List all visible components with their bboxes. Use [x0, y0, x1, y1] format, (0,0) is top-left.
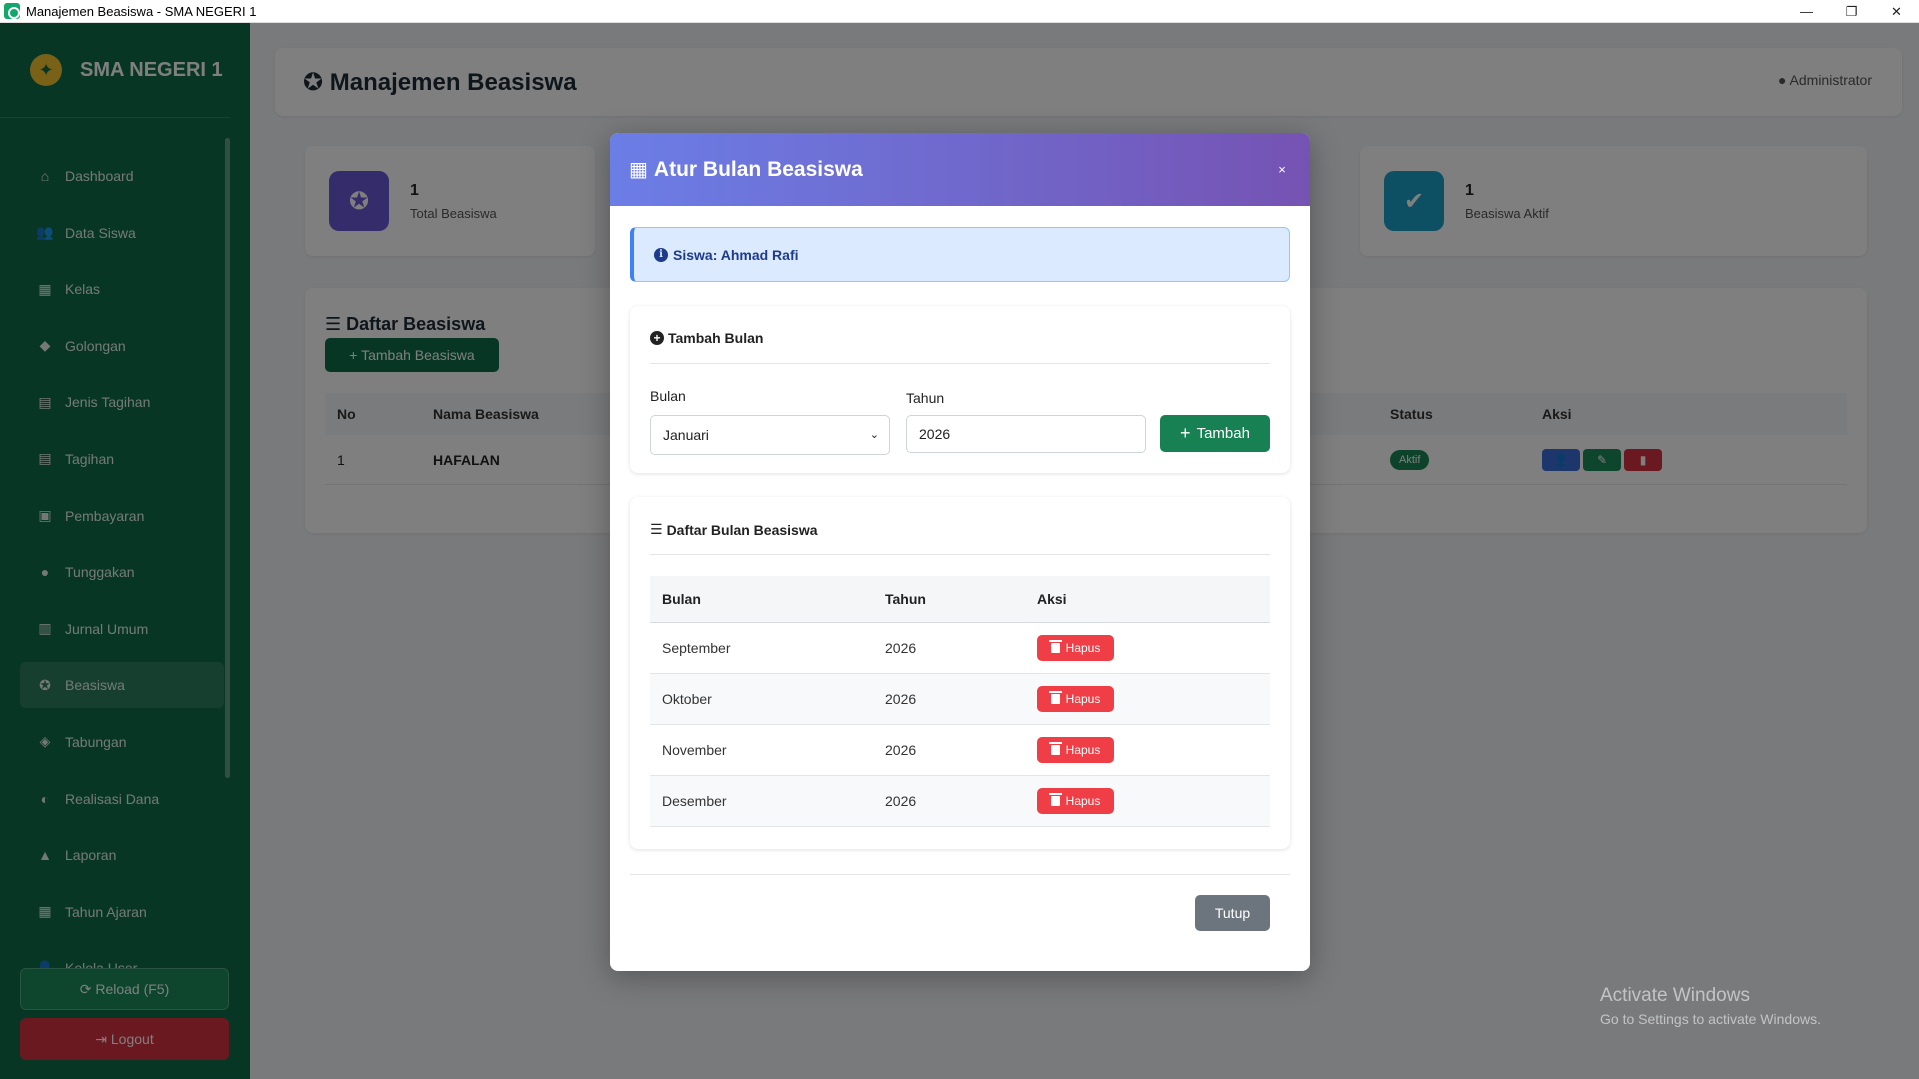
row-bulan: Oktober: [662, 691, 712, 707]
delete-label: Hapus: [1065, 794, 1101, 808]
modal-footer-divider: [630, 874, 1290, 875]
watermark-title: Activate Windows: [1600, 985, 1750, 1006]
plus-icon: +: [1180, 423, 1191, 443]
windows-watermark: Activate Windows Go to Settings to activ…: [1600, 985, 1821, 1027]
col-bulan: Bulan: [662, 591, 701, 607]
delete-label: Hapus: [1065, 743, 1101, 757]
row-bulan: September: [662, 640, 731, 656]
table-row: Oktober 2026 Hapus: [650, 674, 1270, 725]
trash-icon: [1048, 742, 1062, 755]
list-icon: ☰: [650, 521, 663, 537]
month-table-header: Bulan Tahun Aksi: [650, 576, 1270, 623]
divider: [650, 363, 1270, 364]
table-row: September 2026 Hapus: [650, 623, 1270, 674]
table-row: Desember 2026 Hapus: [650, 776, 1270, 827]
app-icon: [4, 3, 20, 19]
student-info-text: Siswa: Ahmad Rafi: [673, 246, 799, 263]
col-tahun: Tahun: [885, 591, 926, 607]
month-list-title: ☰ Daftar Bulan Beasiswa: [650, 521, 818, 538]
window-title: Manajemen Beasiswa - SMA NEGERI 1: [26, 3, 257, 19]
row-bulan: November: [662, 742, 727, 758]
minimize-button[interactable]: —: [1784, 0, 1829, 23]
window-titlebar: Manajemen Beasiswa - SMA NEGERI 1 — ❐ ✕: [0, 0, 1919, 23]
delete-month-button[interactable]: Hapus: [1037, 686, 1114, 712]
month-label: Bulan: [650, 388, 686, 404]
info-icon: i: [654, 247, 668, 262]
modal-header: ▦ Atur Bulan Beasiswa ×: [610, 133, 1310, 206]
trash-icon: [1048, 640, 1062, 653]
delete-month-button[interactable]: Hapus: [1037, 635, 1114, 661]
add-month-panel: + Tambah Bulan Bulan Tahun Januari ⌄ 202…: [630, 306, 1290, 473]
modal-title: Atur Bulan Beasiswa: [653, 157, 863, 181]
month-list-panel: ☰ Daftar Bulan Beasiswa Bulan Tahun Aksi…: [630, 497, 1290, 849]
month-select-value: Januari: [663, 427, 709, 443]
divider: [650, 554, 1270, 555]
modal-close-button[interactable]: ×: [1272, 159, 1292, 179]
window-close-button[interactable]: ✕: [1874, 0, 1919, 23]
table-row: November 2026 Hapus: [650, 725, 1270, 776]
calendar-icon: ▦: [629, 159, 648, 181]
watermark-subtitle: Go to Settings to activate Windows.: [1600, 1011, 1821, 1027]
chevron-down-icon: ⌄: [869, 429, 879, 441]
delete-label: Hapus: [1065, 641, 1101, 655]
year-label: Tahun: [906, 390, 945, 406]
window-controls: — ❐ ✕: [1784, 0, 1919, 23]
row-tahun: 2026: [885, 691, 917, 707]
col-aksi: Aksi: [1037, 591, 1067, 607]
add-month-label: Tambah: [1196, 425, 1250, 442]
add-month-title-text: Tambah Bulan: [668, 330, 764, 346]
delete-month-button[interactable]: Hapus: [1037, 788, 1114, 814]
student-info-alert: i Siswa: Ahmad Rafi: [630, 227, 1290, 282]
month-list-title-text: Daftar Bulan Beasiswa: [666, 521, 818, 538]
year-input[interactable]: 2026: [906, 415, 1146, 453]
maximize-button[interactable]: ❐: [1829, 0, 1874, 23]
add-month-title: + Tambah Bulan: [650, 330, 763, 346]
close-modal-button[interactable]: Tutup: [1195, 895, 1270, 931]
atur-bulan-modal: ▦ Atur Bulan Beasiswa × i Siswa: Ahmad R…: [610, 133, 1310, 971]
row-tahun: 2026: [885, 793, 917, 809]
trash-icon: [1048, 691, 1062, 704]
row-bulan: Desember: [662, 793, 727, 809]
add-month-button[interactable]: + Tambah: [1160, 415, 1270, 452]
month-select[interactable]: Januari ⌄: [650, 415, 890, 455]
delete-month-button[interactable]: Hapus: [1037, 737, 1114, 763]
trash-icon: [1048, 793, 1062, 806]
row-tahun: 2026: [885, 640, 917, 656]
row-tahun: 2026: [885, 742, 917, 758]
delete-label: Hapus: [1065, 692, 1101, 706]
plus-circle-icon: +: [650, 331, 664, 345]
